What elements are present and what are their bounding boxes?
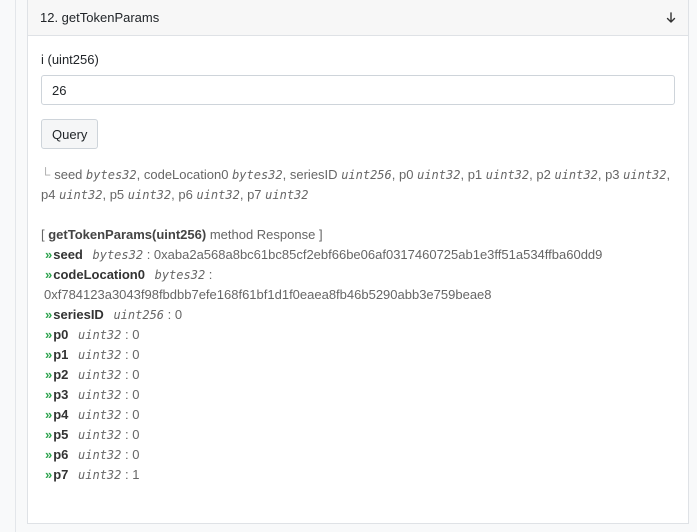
signature-param-type: bytes32 <box>232 168 283 182</box>
response-field-name: seriesID <box>53 307 104 322</box>
response-field-name: p1 <box>53 347 69 362</box>
response-field-value: 0xaba2a568a8bc61bc85cf2ebf66be06af031746… <box>153 247 603 262</box>
response-field-type: bytes32 <box>92 248 144 262</box>
double-chevron-right-icon: » <box>45 387 52 402</box>
response-method: getTokenParams(uint256) <box>48 227 207 242</box>
response-row-p3: » p3 uint32 : 0 <box>45 387 140 402</box>
response-row-p6: » p6 uint32 : 0 <box>45 447 140 462</box>
signature-param-name: p5 <box>109 187 125 202</box>
signature-param-type: uint32 <box>417 168 461 182</box>
double-chevron-right-icon: » <box>45 347 52 362</box>
response-row-seed: » seed bytes32 : 0xaba2a568a8bc61bc85cf2e… <box>45 247 603 262</box>
signature-param-name: p1 <box>467 167 483 182</box>
double-chevron-right-icon: » <box>45 267 52 282</box>
signature-param-type: uint32 <box>59 188 103 202</box>
response-field-name: p7 <box>53 467 69 482</box>
response-field-type: uint32 <box>78 368 122 382</box>
signature-param-type: uint32 <box>554 168 598 182</box>
signature-param-name: p0 <box>399 167 414 182</box>
signature-param-name: p7 <box>247 187 262 202</box>
return-signature: └ seed bytes32, codeLocation0 bytes32, se… <box>41 167 671 202</box>
signature-param-type: uint32 <box>265 188 309 202</box>
response-field-value: 0 <box>132 427 140 442</box>
double-chevron-right-icon: » <box>45 367 52 382</box>
response-field-name: p6 <box>53 447 69 462</box>
response-row-p0: » p0 uint32 : 0 <box>45 327 140 342</box>
method-card: 12. getTokenParams i (uint256) Query └se… <box>27 0 689 524</box>
response-row-p5: » p5 uint32 : 0 <box>45 427 140 442</box>
response-row-p1: » p1 uint32 : 0 <box>45 347 140 362</box>
response-field-type: uint32 <box>78 328 122 342</box>
response-field-value: 0xf784123a3043f98fbdbb7efe168f61bf1d1f0e… <box>44 287 492 302</box>
response-field-value: 1 <box>132 467 140 482</box>
response-field-type: uint32 <box>78 408 122 422</box>
signature-param-name: codeLocation0 <box>143 167 229 182</box>
response-field-name: p4 <box>53 407 69 422</box>
double-chevron-right-icon: » <box>45 427 52 442</box>
response-row-seriesID: » seriesID uint256 : 0 <box>45 307 183 322</box>
chevron-down-icon[interactable] <box>664 11 678 25</box>
param-input-i[interactable] <box>41 75 675 105</box>
response-field-name: p2 <box>53 367 69 382</box>
response-field-type: bytes32 <box>154 268 206 282</box>
signature-param-name: seed <box>54 167 83 182</box>
response-field-name: p5 <box>53 427 69 442</box>
response-row-p7: » p7 uint32 : 1 <box>45 467 140 482</box>
double-chevron-right-icon: » <box>45 447 52 462</box>
response-field-value: 0 <box>132 447 140 462</box>
method-card-body: i (uint256) Query └seed bytes32, codeLoc… <box>28 36 688 485</box>
param-label: i (uint256) <box>41 52 99 67</box>
response-field-type: uint32 <box>78 468 122 482</box>
response-field-name: seed <box>53 247 83 262</box>
page-left-border <box>15 0 16 532</box>
response-field-value: 0 <box>132 347 140 362</box>
tree-corner-icon: └ <box>41 167 51 182</box>
query-button[interactable]: Query <box>41 119 99 149</box>
signature-param-type: uint32 <box>623 168 667 182</box>
method-card-header[interactable]: 12. getTokenParams <box>28 0 688 36</box>
signature-param-type: uint32 <box>485 168 530 182</box>
response-field-type: uint32 <box>78 388 122 402</box>
response-field-type: uint32 <box>78 348 122 362</box>
signature-param-type: uint32 <box>196 188 240 202</box>
method-title: 12. getTokenParams <box>40 10 160 25</box>
response-field-type: uint32 <box>78 448 122 462</box>
signature-param-type: uint32 <box>127 188 172 202</box>
signature-param-name: seriesID <box>289 167 338 182</box>
response-field-value: 0 <box>174 307 183 322</box>
signature-param-name: p2 <box>536 167 551 182</box>
signature-param-name: p6 <box>178 187 193 202</box>
response-field-value: 0 <box>132 387 140 402</box>
response-row-codeLocation0: » codeLocation0 bytes32 : <box>45 267 213 282</box>
response-field-value: 0 <box>132 407 140 422</box>
response-value-line: 0xf784123a3043f98fbdbb7efe168f61bf1d1f0e… <box>44 285 675 305</box>
response-field-name: codeLocation0 <box>53 267 145 282</box>
signature-param-type: uint256 <box>341 168 392 182</box>
double-chevron-right-icon: » <box>45 307 52 322</box>
response-row-p2: » p2 uint32 : 0 <box>45 367 140 382</box>
response-field-value: 0 <box>132 367 140 382</box>
response-rows: » seed bytes32 : 0xaba2a568a8bc61bc85cf2e… <box>41 245 675 485</box>
response-header: [ getTokenParams(uint256) method Respons… <box>41 225 675 245</box>
double-chevron-right-icon: » <box>45 247 52 262</box>
double-chevron-right-icon: » <box>45 467 52 482</box>
response-field-value: 0 <box>132 327 140 342</box>
response-field-type: uint256 <box>113 308 165 322</box>
signature-param-name: p4 <box>41 187 56 202</box>
double-chevron-right-icon: » <box>45 327 52 342</box>
response-field-type: uint32 <box>78 428 122 442</box>
response-suffix: method Response ] <box>206 227 323 242</box>
response-field-name: p3 <box>53 387 69 402</box>
signature-param-type: bytes32 <box>86 168 137 182</box>
response-field-name: p0 <box>53 327 69 342</box>
double-chevron-right-icon: » <box>45 407 52 422</box>
response-row-p4: » p4 uint32 : 0 <box>45 407 140 422</box>
signature-param-name: p3 <box>605 167 620 182</box>
